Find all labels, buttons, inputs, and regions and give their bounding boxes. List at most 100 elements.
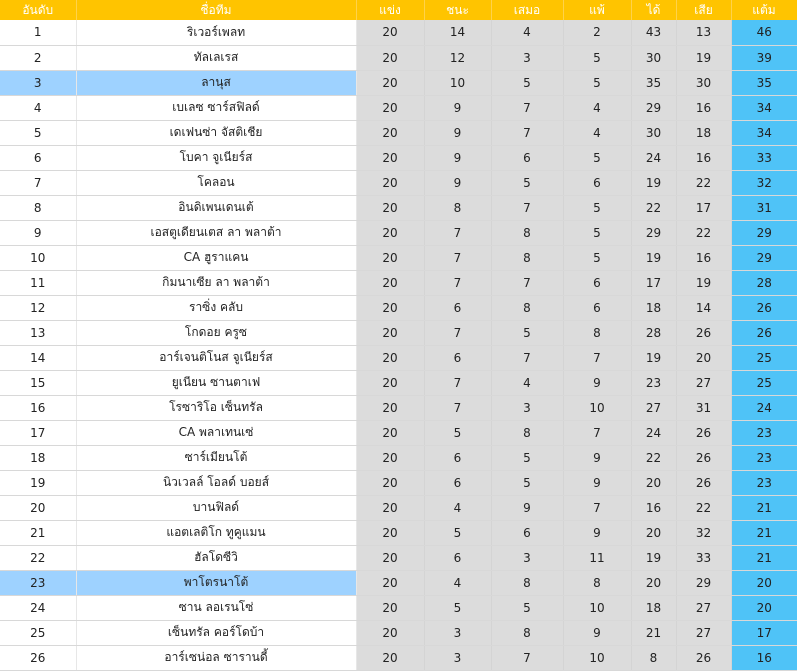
won-cell: 4	[424, 495, 492, 521]
table-row[interactable]: 5 เดเฟนซ่า จัสติเชีย 20 9 7 4 30 18 34	[0, 120, 797, 146]
header-won[interactable]: ชนะ	[424, 0, 492, 20]
drawn-cell: 8	[491, 245, 564, 271]
table-row[interactable]: 9 เอสตูเดียนเตส ลา พลาต้า 20 7 8 5 29 22 29	[0, 220, 797, 246]
rank-cell: 8	[0, 195, 77, 221]
table-row[interactable]: 23 พาโตรนาโต้ 20 4 8 8 20 29 20	[0, 570, 797, 596]
team-name-cell: ลานุส	[76, 70, 357, 96]
table-row[interactable]: 21 แอตเลติโก ทูคูแมน 20 5 6 9 20 32 21	[0, 520, 797, 546]
points-cell: 21	[731, 545, 797, 571]
table-row[interactable]: 11 กิมนาเซีย ลา พลาต้า 20 7 7 6 17 19 28	[0, 270, 797, 296]
goals-for-cell: 24	[631, 420, 677, 446]
team-name-cell: พาโตรนาโต้	[76, 570, 357, 596]
goals-against-cell: 18	[676, 120, 732, 146]
team-name-cell: ซาน ลอเรนโซ่	[76, 595, 357, 621]
header-drawn[interactable]: เสมอ	[491, 0, 564, 20]
goals-for-cell: 23	[631, 370, 677, 396]
rank-cell: 3	[0, 70, 77, 96]
lost-cell: 9	[563, 620, 632, 646]
lost-cell: 7	[563, 420, 632, 446]
table-row[interactable]: 25 เซ็นทรัล คอร์โดบ้า 20 3 8 9 21 27 17	[0, 620, 797, 646]
table-row[interactable]: 20 บานฟิลด์ 20 4 9 7 16 22 21	[0, 495, 797, 521]
table-row[interactable]: 6 โบคา จูเนียร์ส 20 9 6 5 24 16 33	[0, 145, 797, 171]
goals-against-cell: 31	[676, 395, 732, 421]
goals-against-cell: 16	[676, 95, 732, 121]
lost-cell: 5	[563, 145, 632, 171]
header-played[interactable]: แข่ง	[356, 0, 425, 20]
table-row[interactable]: 26 อาร์เซน่อล ซารานดี้ 20 3 7 10 8 26 16	[0, 645, 797, 671]
points-cell: 28	[731, 270, 797, 296]
points-cell: 46	[731, 20, 797, 46]
table-row[interactable]: 3 ลานุส 20 10 5 5 35 30 35	[0, 70, 797, 96]
team-name-cell: อินดิเพนเดนเต้	[76, 195, 357, 221]
drawn-cell: 3	[491, 395, 564, 421]
lost-cell: 11	[563, 545, 632, 571]
played-cell: 20	[356, 595, 425, 621]
team-name-cell: ยูเนียน ซานตาเฟ	[76, 370, 357, 396]
team-name-cell: โรซาริโอ เซ็นทรัล	[76, 395, 357, 421]
table-row[interactable]: 12 ราซิ่ง คลับ 20 6 8 6 18 14 26	[0, 295, 797, 321]
header-team[interactable]: ชื่อทีม	[76, 0, 357, 20]
won-cell: 3	[424, 620, 492, 646]
won-cell: 9	[424, 120, 492, 146]
points-cell: 29	[731, 245, 797, 271]
rank-cell: 9	[0, 220, 77, 246]
played-cell: 20	[356, 45, 425, 71]
drawn-cell: 7	[491, 270, 564, 296]
drawn-cell: 6	[491, 520, 564, 546]
table-row[interactable]: 13 โกดอย ครูซ 20 7 5 8 28 26 26	[0, 320, 797, 346]
table-row[interactable]: 7 โคลอน 20 9 5 6 19 22 32	[0, 170, 797, 196]
table-row[interactable]: 2 ทัลเลเรส 20 12 3 5 30 19 39	[0, 45, 797, 71]
table-row[interactable]: 10 CA ฮูราแคน 20 7 8 5 19 16 29	[0, 245, 797, 271]
header-rank[interactable]: อันดับ	[0, 0, 77, 20]
table-row[interactable]: 1 ริเวอร์เพลท 20 14 4 2 43 13 46	[0, 20, 797, 46]
goals-for-cell: 29	[631, 95, 677, 121]
drawn-cell: 3	[491, 545, 564, 571]
goals-against-cell: 16	[676, 145, 732, 171]
header-goals-against[interactable]: เสีย	[676, 0, 732, 20]
rank-cell: 17	[0, 420, 77, 446]
points-cell: 23	[731, 445, 797, 471]
points-cell: 25	[731, 345, 797, 371]
lost-cell: 6	[563, 270, 632, 296]
rank-cell: 16	[0, 395, 77, 421]
table-row[interactable]: 17 CA พลาเทนเซ่ 20 5 8 7 24 26 23	[0, 420, 797, 446]
drawn-cell: 8	[491, 295, 564, 321]
lost-cell: 9	[563, 470, 632, 496]
points-cell: 25	[731, 370, 797, 396]
drawn-cell: 8	[491, 620, 564, 646]
table-row[interactable]: 22 ฮัลโดซีวิ 20 6 3 11 19 33 21	[0, 545, 797, 571]
team-name-cell: บานฟิลด์	[76, 495, 357, 521]
rank-cell: 10	[0, 245, 77, 271]
table-row[interactable]: 24 ซาน ลอเรนโซ่ 20 5 5 10 18 27 20	[0, 595, 797, 621]
points-cell: 34	[731, 120, 797, 146]
played-cell: 20	[356, 295, 425, 321]
lost-cell: 4	[563, 120, 632, 146]
header-goals-for[interactable]: ได้	[631, 0, 677, 20]
goals-for-cell: 17	[631, 270, 677, 296]
table-header: อันดับ ชื่อทีม แข่ง ชนะ เสมอ แพ้ ได้ เสี…	[0, 0, 797, 20]
table-row[interactable]: 18 ซาร์เมียนโต้ 20 6 5 9 22 26 23	[0, 445, 797, 471]
team-name-cell: โบคา จูเนียร์ส	[76, 145, 357, 171]
goals-against-cell: 14	[676, 295, 732, 321]
rank-cell: 13	[0, 320, 77, 346]
team-name-cell: เซ็นทรัล คอร์โดบ้า	[76, 620, 357, 646]
table-row[interactable]: 8 อินดิเพนเดนเต้ 20 8 7 5 22 17 31	[0, 195, 797, 221]
goals-against-cell: 22	[676, 220, 732, 246]
table-row[interactable]: 15 ยูเนียน ซานตาเฟ 20 7 4 9 23 27 25	[0, 370, 797, 396]
won-cell: 4	[424, 570, 492, 596]
played-cell: 20	[356, 520, 425, 546]
goals-against-cell: 22	[676, 495, 732, 521]
points-cell: 24	[731, 395, 797, 421]
points-cell: 35	[731, 70, 797, 96]
points-cell: 17	[731, 620, 797, 646]
won-cell: 7	[424, 220, 492, 246]
table-row[interactable]: 16 โรซาริโอ เซ็นทรัล 20 7 3 10 27 31 24	[0, 395, 797, 421]
table-row[interactable]: 14 อาร์เจนติโนส จูเนียร์ส 20 6 7 7 19 20 25	[0, 345, 797, 371]
won-cell: 6	[424, 445, 492, 471]
header-points[interactable]: แต้ม	[731, 0, 797, 20]
header-lost[interactable]: แพ้	[563, 0, 632, 20]
table-row[interactable]: 19 นิวเวลล์ โอลด์ บอยส์ 20 6 5 9 20 26 23	[0, 470, 797, 496]
lost-cell: 5	[563, 45, 632, 71]
won-cell: 5	[424, 420, 492, 446]
table-row[interactable]: 4 เบเลซ ซาร์สฟิลด์ 20 9 7 4 29 16 34	[0, 95, 797, 121]
